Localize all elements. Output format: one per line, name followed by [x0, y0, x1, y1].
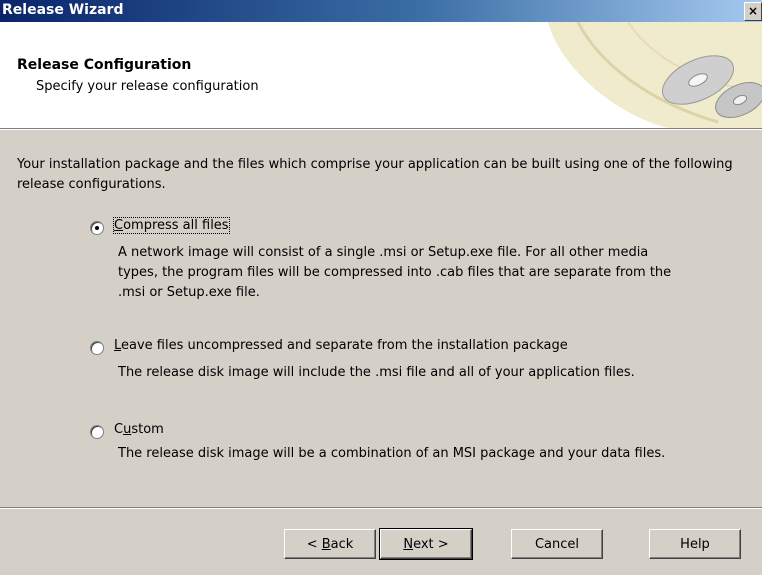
wizard-header: Release Configuration Specify your relea… — [0, 22, 762, 129]
desc-line: The release disk image will be a combina… — [118, 446, 666, 461]
radio-compress-all[interactable] — [90, 221, 104, 235]
radio-custom[interactable] — [90, 425, 104, 439]
header-divider — [0, 129, 762, 130]
back-button[interactable]: < Back — [284, 529, 376, 559]
page-subtitle: Specify your release configuration — [36, 79, 259, 94]
desc-line: A network image will consist of a single… — [118, 245, 649, 260]
option-label-custom[interactable]: Custom — [114, 422, 164, 437]
footer-separator-highlight — [0, 508, 762, 509]
window-title: Release Wizard — [2, 2, 124, 18]
close-button[interactable]: × — [744, 2, 762, 21]
option-label-uncompressed[interactable]: Leave files uncompressed and separate fr… — [114, 338, 568, 353]
cd-disc-icon — [548, 22, 762, 128]
option-desc-uncompressed: The release disk image will include the … — [118, 363, 635, 383]
title-bar: Release Wizard × — [0, 0, 762, 22]
desc-line: types, the program files will be compres… — [118, 265, 672, 280]
page-title: Release Configuration — [17, 57, 192, 73]
option-label-compress-all[interactable]: Compress all files — [113, 217, 230, 234]
radio-uncompressed[interactable] — [90, 341, 104, 355]
option-desc-custom: The release disk image will be a combina… — [118, 444, 665, 464]
next-button[interactable]: Next > — [379, 528, 473, 560]
option-desc-compress-all: A network image will consist of a single… — [118, 243, 671, 303]
help-button[interactable]: Help — [649, 529, 741, 559]
desc-line: .msi or Setup.exe file. — [118, 285, 260, 300]
intro-text: Your installation package and the files … — [17, 157, 733, 192]
cancel-button[interactable]: Cancel — [511, 529, 603, 559]
radio-selected-dot — [95, 226, 99, 230]
desc-line: The release disk image will include the … — [118, 365, 635, 380]
